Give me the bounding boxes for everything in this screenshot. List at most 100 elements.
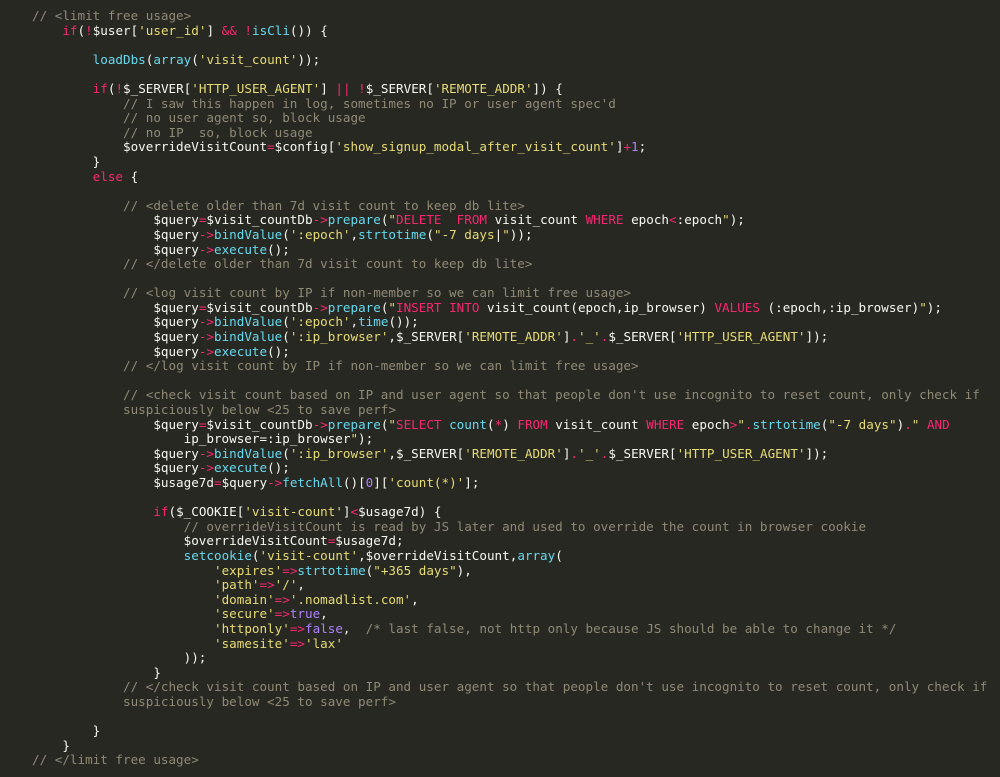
code-text: ] bbox=[342, 504, 351, 520]
code-line: // </delete older than 7d visit count to… bbox=[32, 256, 1000, 272]
code-text: $query bbox=[32, 416, 199, 432]
code-comment: // </check visit count based on IP and u… bbox=[123, 679, 988, 695]
code-text: ) bbox=[502, 416, 518, 432]
code-line: } bbox=[32, 723, 1000, 739]
code-text: $_SERVER[ bbox=[608, 445, 677, 461]
code-function: execute bbox=[213, 241, 268, 257]
code-text: (); bbox=[267, 241, 290, 257]
code-editor[interactable]: // <limit free usage> if(!$user['user_id… bbox=[0, 0, 1000, 777]
code-function: array bbox=[517, 547, 556, 563]
code-operator: => bbox=[289, 620, 305, 636]
code-string: ':epoch' bbox=[289, 226, 351, 242]
code-operator: -> bbox=[198, 343, 214, 359]
code-text: $query bbox=[32, 212, 199, 228]
code-operator: ! bbox=[115, 80, 124, 96]
code-string: '_' bbox=[578, 329, 601, 345]
code-string: "-7 days" bbox=[828, 416, 897, 432]
code-comment: suspiciously below <25 to save perf> bbox=[123, 693, 396, 709]
code-function: array bbox=[153, 51, 192, 67]
code-string: ':ip_browser' bbox=[289, 329, 389, 345]
code-function: count bbox=[449, 416, 488, 432]
code-text: ( bbox=[191, 51, 199, 67]
code-string: 'samesite' bbox=[213, 635, 290, 651]
code-text: ]) { bbox=[532, 80, 563, 96]
code-line: // no IP so, block usage bbox=[32, 124, 1000, 141]
code-string: " bbox=[388, 212, 396, 228]
code-comment: // no IP so, block usage bbox=[123, 124, 313, 140]
code-function: prepare bbox=[327, 299, 381, 315]
code-keyword: WHERE bbox=[646, 416, 685, 432]
code-line: 'expires'=>strtotime("+365 days"), bbox=[32, 562, 1000, 579]
code-text: $_SERVER[ bbox=[365, 80, 434, 96]
code-text: ]; bbox=[464, 475, 480, 490]
code-function: time bbox=[358, 314, 389, 330]
code-function: bindValue bbox=[213, 445, 283, 461]
code-keyword: AND bbox=[926, 416, 950, 432]
code-line: suspiciously below <25 to save perf> bbox=[32, 402, 1000, 418]
code-line: // </log visit count by IP if non-member… bbox=[32, 358, 1000, 374]
code-operator: -> bbox=[198, 314, 214, 330]
code-comment: // no user agent so, block usage bbox=[123, 110, 366, 126]
code-text: } bbox=[32, 153, 101, 169]
code-text: ,$_SERVER[ bbox=[388, 445, 465, 461]
code-line: // <limit free usage> bbox=[32, 8, 1000, 24]
code-text: epoch bbox=[684, 416, 730, 432]
code-text: $config[ bbox=[274, 139, 336, 155]
code-string: 'httponly' bbox=[213, 620, 290, 636]
code-text: $usage7d bbox=[32, 475, 214, 490]
code-text: ($_COOKIE[ bbox=[168, 504, 245, 520]
code-operator: => bbox=[282, 562, 298, 578]
code-operator: && bbox=[221, 22, 237, 38]
code-string: " bbox=[911, 416, 927, 432]
code-operator: -> bbox=[198, 329, 214, 345]
code-text: $visit_countDb bbox=[206, 416, 313, 432]
code-text: ,$_SERVER[ bbox=[388, 329, 465, 345]
code-line: if(!$_SERVER['HTTP_USER_AGENT'] || !$_SE… bbox=[32, 80, 1000, 97]
code-function: strtotime bbox=[752, 416, 821, 432]
code-string: 'visit_count' bbox=[198, 51, 298, 67]
code-text: $_SERVER[ bbox=[608, 329, 677, 345]
code-line: $query->bindValue(':ip_browser',$_SERVER… bbox=[32, 445, 1000, 462]
code-line: loadDbs(array('visit_count')); bbox=[32, 51, 1000, 68]
code-keyword: SELECT bbox=[396, 416, 442, 432]
code-text: )); bbox=[297, 51, 321, 67]
code-string: " bbox=[388, 299, 396, 315]
code-text: visit_count(epoch,ip_browser) bbox=[479, 299, 715, 315]
code-text: $query bbox=[221, 475, 268, 490]
code-line: )); bbox=[32, 650, 1000, 666]
code-line: // </limit free usage> bbox=[32, 752, 1000, 768]
code-operator: -> bbox=[198, 226, 214, 242]
code-string: " bbox=[722, 212, 730, 228]
code-function: isCli bbox=[251, 22, 290, 38]
code-string: " bbox=[737, 416, 745, 432]
code-string: 'REMOTE_ADDR' bbox=[464, 445, 563, 461]
code-operator: => bbox=[274, 591, 290, 607]
code-string: " bbox=[350, 431, 359, 447]
code-text: ( bbox=[487, 416, 495, 432]
code-line: 'samesite'=>'lax' bbox=[32, 635, 1000, 652]
code-function: strtotime bbox=[358, 226, 427, 242]
code-line: suspiciously below <25 to save perf> bbox=[32, 693, 1000, 710]
code-text: } bbox=[32, 737, 70, 753]
code-text: , bbox=[411, 591, 419, 607]
code-line: } bbox=[32, 737, 1000, 754]
code-text: { bbox=[123, 168, 139, 184]
code-operator: -> bbox=[312, 416, 328, 432]
code-text: $user[ bbox=[92, 22, 139, 38]
code-text: ( bbox=[282, 329, 290, 345]
code-text: ); bbox=[729, 212, 745, 228]
code-string: '.nomadlist.com' bbox=[289, 591, 412, 607]
code-line: $query->bindValue(':ip_browser',$_SERVER… bbox=[32, 329, 1000, 345]
code-line: $query=$visit_countDb->prepare("INSERT I… bbox=[32, 299, 1000, 316]
